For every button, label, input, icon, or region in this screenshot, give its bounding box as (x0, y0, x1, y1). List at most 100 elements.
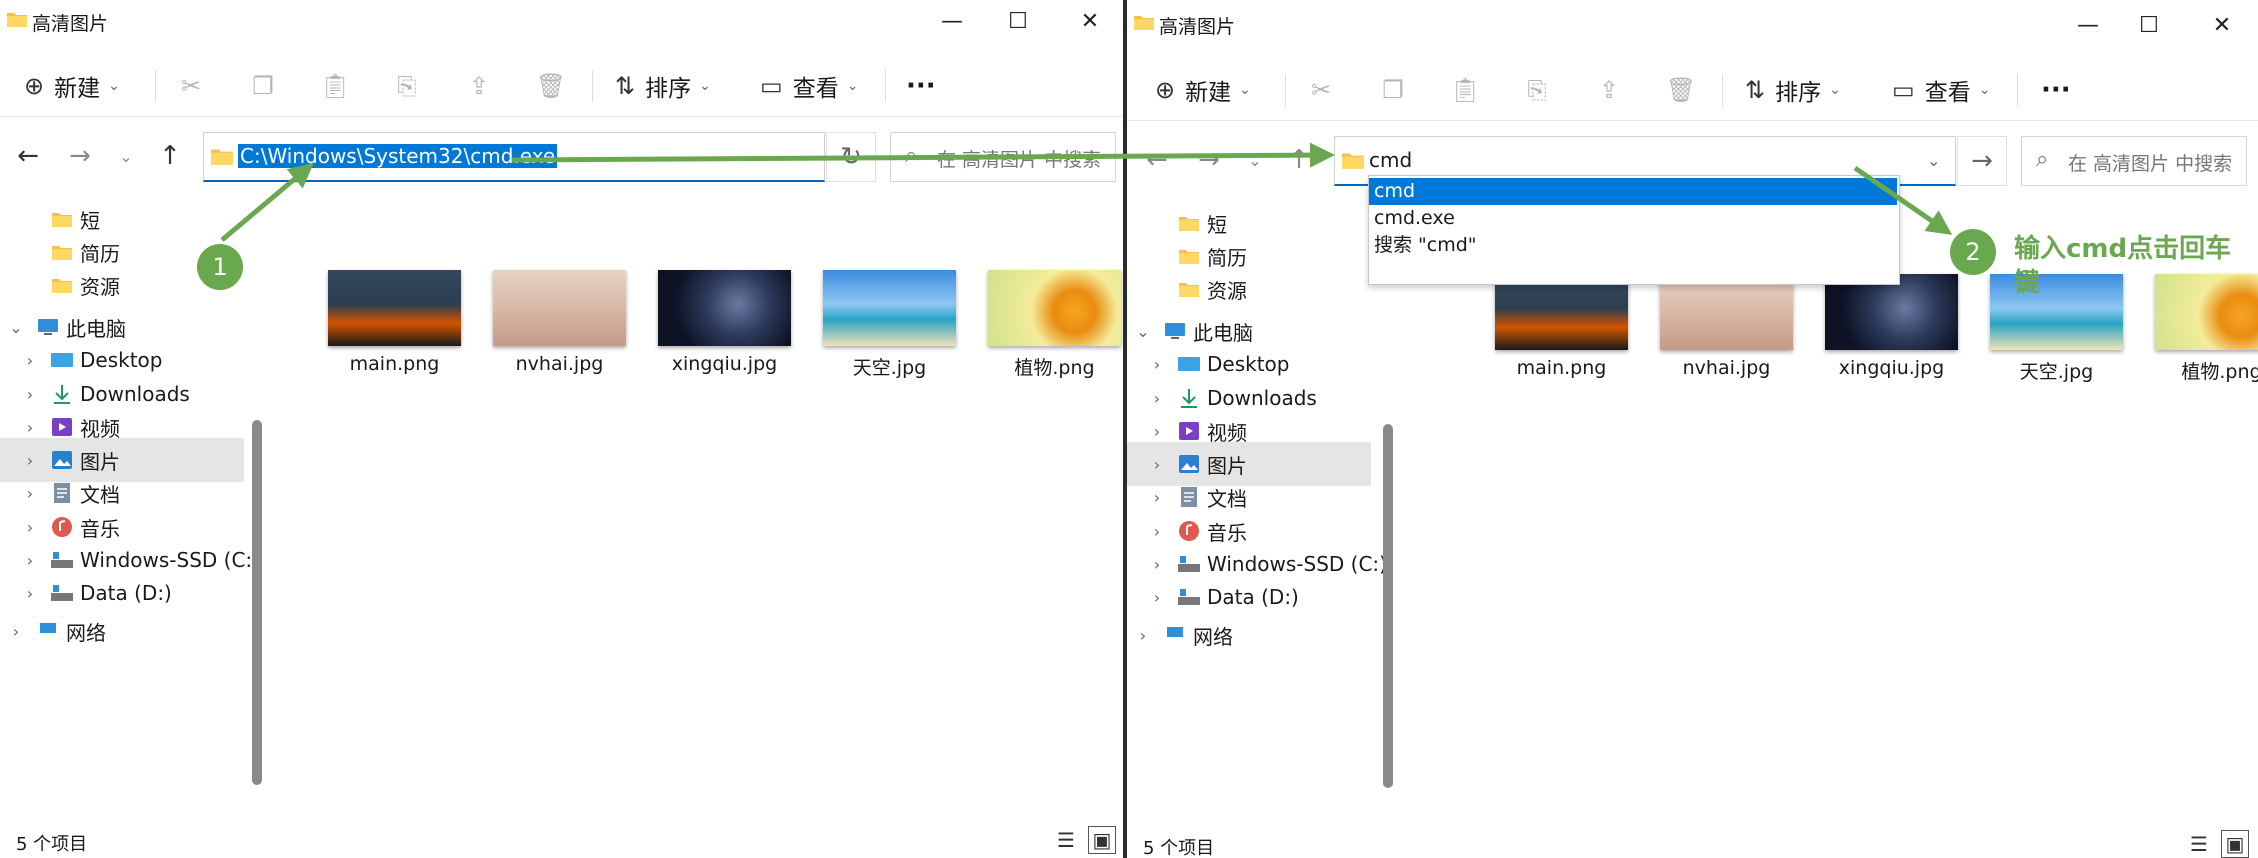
sidebar-item-label: Data (D:) (1207, 585, 1299, 609)
cut-icon[interactable]: ✂ (173, 70, 209, 102)
file-name[interactable]: nvhai.jpg (477, 353, 642, 375)
forward-arrow-icon[interactable]: → (1191, 142, 1227, 178)
rename-icon[interactable]: ⎘ (389, 70, 425, 102)
sidebar-item[interactable]: › 网络 (1127, 613, 1371, 657)
delete-icon[interactable]: 🗑︎ (1663, 74, 1699, 106)
file-thumbnail[interactable] (658, 270, 791, 346)
copy-icon[interactable]: ❐ (1375, 74, 1411, 106)
chevron-right-icon[interactable]: › (20, 518, 40, 537)
more-options-button[interactable]: ··· (2041, 68, 2071, 112)
file-thumbnail[interactable] (823, 270, 956, 346)
chevron-right-icon[interactable]: › (20, 584, 40, 603)
close-button[interactable]: ✕ (2187, 4, 2257, 46)
chevron-right-icon[interactable]: › (1147, 355, 1167, 374)
chevron-right-icon[interactable]: › (1133, 626, 1153, 645)
paste-icon[interactable]: 📋︎ (1447, 74, 1483, 106)
chevron-right-icon[interactable]: › (1147, 555, 1167, 574)
file-name[interactable]: 天空.jpg (807, 353, 972, 380)
scrollbar[interactable] (252, 420, 262, 785)
large-icons-view-icon[interactable]: ▣ (1088, 826, 1116, 854)
details-view-icon[interactable]: ☰ (2185, 830, 2213, 858)
rename-icon[interactable]: ⎘ (1519, 74, 1555, 106)
file-name[interactable]: 天空.jpg (1974, 357, 2139, 384)
delete-icon[interactable]: 🗑︎ (533, 70, 569, 102)
minimize-button[interactable]: — (917, 0, 987, 42)
chevron-right-icon[interactable]: › (1147, 422, 1167, 441)
search-box[interactable]: ⌕ 在 高清图片 中搜索 (890, 132, 1116, 182)
chevron-right-icon[interactable]: › (1147, 455, 1167, 474)
paste-icon[interactable]: 📋︎ (317, 70, 353, 102)
view-button[interactable]: ▭ 查看 ⌄ (760, 64, 858, 108)
chevron-right-icon[interactable]: › (20, 418, 40, 437)
file-thumbnail[interactable] (1825, 274, 1958, 350)
back-arrow-icon[interactable]: ← (10, 138, 46, 174)
minimize-button[interactable]: — (2053, 4, 2123, 46)
sidebar-item[interactable]: 资源 (1127, 267, 1371, 311)
sidebar-item-label: 网络 (1193, 624, 1233, 649)
view-button[interactable]: ▭ 查看 ⌄ (1892, 68, 1990, 112)
suggestion-cmd[interactable]: cmd (1369, 178, 1897, 205)
recent-chevron-icon[interactable]: ⌄ (1237, 142, 1273, 178)
address-input[interactable]: cmd (1369, 148, 1412, 172)
file-name[interactable]: nvhai.jpg (1644, 357, 1809, 379)
address-input[interactable]: C:\Windows\System32\cmd.exe (238, 144, 558, 168)
copy-icon[interactable]: ❐ (245, 70, 281, 102)
file-name[interactable]: xingqiu.jpg (642, 353, 807, 375)
chevron-right-icon[interactable]: › (1147, 488, 1167, 507)
sidebar-item[interactable]: › 网络 (0, 609, 244, 653)
sidebar-item-label: 资源 (1207, 278, 1247, 303)
file-name[interactable]: 植物.png (972, 353, 1123, 380)
recent-chevron-icon[interactable]: ⌄ (108, 138, 144, 174)
suggestion-search[interactable]: 搜索 "cmd" (1369, 232, 1897, 259)
share-icon[interactable]: ⇪ (461, 70, 497, 102)
chevron-right-icon[interactable]: › (1147, 588, 1167, 607)
chevron-down-icon[interactable]: ⌄ (1133, 322, 1153, 341)
chevron-down-icon[interactable]: ⌄ (6, 318, 26, 337)
up-arrow-icon[interactable]: ↑ (152, 138, 188, 174)
chevron-right-icon[interactable]: › (1147, 389, 1167, 408)
share-icon[interactable]: ⇪ (1591, 74, 1627, 106)
chevron-right-icon[interactable]: › (20, 385, 40, 404)
back-arrow-icon[interactable]: ← (1139, 142, 1175, 178)
new-button[interactable]: ⊕ 新建 ⌄ (1155, 68, 1251, 112)
more-options-button[interactable]: ··· (906, 64, 936, 108)
scrollbar[interactable] (1383, 424, 1393, 788)
file-name[interactable]: xingqiu.jpg (1809, 357, 1974, 379)
file-thumbnail[interactable] (1660, 274, 1793, 350)
search-box[interactable]: ⌕ 在 高清图片 中搜索 (2021, 136, 2247, 186)
chevron-right-icon[interactable]: › (6, 622, 26, 641)
chevron-right-icon[interactable]: › (20, 351, 40, 370)
file-name[interactable]: main.png (1479, 357, 1644, 379)
chevron-down-icon[interactable]: ⌄ (1927, 151, 1940, 170)
chevron-right-icon[interactable]: › (20, 484, 40, 503)
maximize-button[interactable]: ☐ (2114, 4, 2184, 46)
computer-icon (36, 316, 60, 338)
refresh-icon[interactable]: ↻ (826, 132, 876, 182)
chevron-right-icon[interactable]: › (20, 451, 40, 470)
file-thumbnail[interactable] (493, 270, 626, 346)
chevron-right-icon[interactable]: › (20, 551, 40, 570)
address-bar[interactable]: C:\Windows\System32\cmd.exe (203, 132, 825, 182)
download-icon (1177, 387, 1201, 409)
details-view-icon[interactable]: ☰ (1052, 826, 1080, 854)
maximize-button[interactable]: ☐ (983, 0, 1053, 42)
chevron-right-icon[interactable]: › (1147, 522, 1167, 541)
file-thumbnail[interactable] (1495, 274, 1628, 350)
file-thumbnail[interactable] (988, 270, 1121, 346)
folder-icon (1177, 212, 1201, 234)
sort-button[interactable]: ⇅ 排序 ⌄ (1745, 68, 1841, 112)
close-button[interactable]: ✕ (1055, 0, 1123, 42)
file-thumbnail[interactable] (328, 270, 461, 346)
forward-arrow-icon[interactable]: → (62, 138, 98, 174)
cut-icon[interactable]: ✂ (1303, 74, 1339, 106)
up-arrow-icon[interactable]: ↑ (1281, 142, 1317, 178)
new-button[interactable]: ⊕ 新建 ⌄ (24, 64, 120, 108)
suggestion-cmd-exe[interactable]: cmd.exe (1369, 205, 1897, 232)
large-icons-view-icon[interactable]: ▣ (2221, 830, 2249, 858)
go-arrow-icon[interactable]: → (1957, 136, 2007, 186)
search-input[interactable]: 在 高清图片 中搜索 (2068, 149, 2232, 176)
search-input[interactable]: 在 高清图片 中搜索 (937, 145, 1101, 172)
sort-button[interactable]: ⇅ 排序 ⌄ (615, 64, 711, 108)
file-name[interactable]: 植物.png (2139, 357, 2258, 384)
file-name[interactable]: main.png (312, 353, 477, 375)
